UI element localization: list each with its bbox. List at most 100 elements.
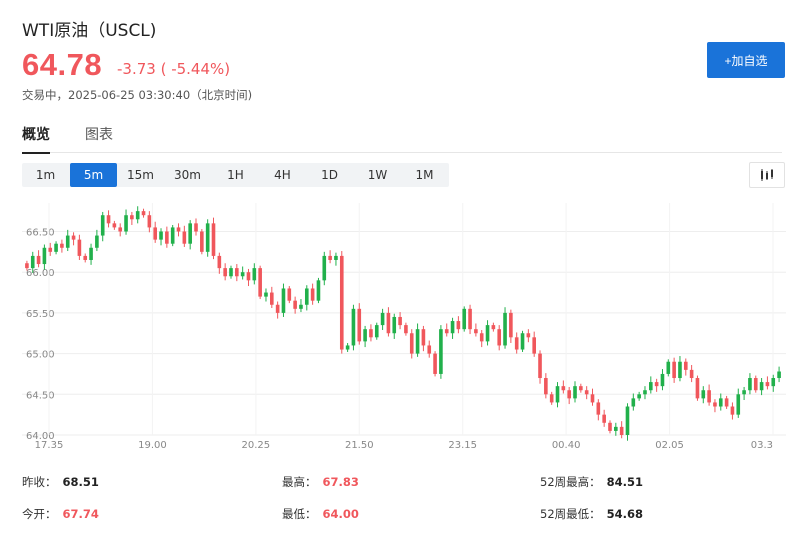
range-button-1w[interactable]: 1W — [354, 163, 401, 187]
candle-body — [386, 312, 391, 334]
candle-body — [258, 268, 262, 297]
candle-body — [170, 227, 175, 244]
candle-body — [695, 378, 700, 399]
stat-label: 最低： — [282, 507, 317, 521]
candle-body — [48, 247, 53, 252]
candle-body — [637, 394, 641, 399]
candle-body — [275, 304, 280, 313]
candle-body — [159, 231, 163, 240]
candle-body — [759, 382, 764, 391]
stat-open: 今开： 67.74 — [22, 506, 99, 522]
candle-body — [462, 308, 467, 330]
candle-body — [509, 312, 513, 338]
candle-body — [753, 378, 758, 391]
candle-body — [689, 369, 694, 379]
candle-body — [427, 345, 432, 354]
range-button-1m[interactable]: 1m — [22, 163, 69, 187]
candle-body — [334, 255, 338, 260]
candle-body — [281, 288, 286, 313]
candle-body — [742, 390, 746, 395]
candle-body — [25, 263, 29, 269]
tab-overview[interactable]: 概览 — [22, 124, 50, 154]
candle-body — [450, 321, 455, 334]
range-button-5m[interactable]: 5m — [70, 163, 117, 187]
stat-value: 67.83 — [322, 475, 359, 489]
candle-body — [724, 398, 729, 407]
candle-body — [293, 300, 297, 309]
candle-body — [176, 227, 181, 232]
y-tick-label: 64.50 — [26, 390, 55, 401]
candle-body — [182, 231, 187, 244]
candle-body — [211, 223, 216, 256]
stat-52w-low: 52周最低： 54.68 — [540, 506, 643, 522]
price-chart[interactable]: 66.50 66.00 65.50 65.00 64.50 64.00 17.35 19.00… — [22, 195, 786, 455]
candle-body — [433, 353, 437, 374]
range-button-15m[interactable]: 15m — [117, 163, 164, 187]
candle-body — [421, 329, 426, 346]
chart-type-button[interactable] — [749, 162, 785, 188]
x-tick-label: 20.25 — [242, 440, 271, 451]
candlestick-chart-svg[interactable]: 66.5066.0065.5065.0064.5064.0017.35 19.00… — [22, 195, 786, 455]
candle-body — [141, 211, 146, 216]
candle-body — [83, 255, 88, 260]
stat-label: 最高： — [282, 475, 317, 489]
candle-body — [584, 390, 589, 395]
candle-body — [456, 321, 461, 330]
stat-label: 52周最高： — [540, 475, 601, 489]
range-button-1h[interactable]: 1H — [212, 163, 259, 187]
candle-body — [264, 292, 268, 297]
candle-body — [310, 288, 315, 301]
range-button-30m[interactable]: 30m — [164, 163, 211, 187]
candle-body — [444, 329, 449, 334]
candle-body — [380, 312, 385, 326]
candle-body — [100, 215, 105, 236]
candle-body — [299, 304, 303, 309]
candle-body — [147, 215, 152, 228]
y-tick-label: 65.00 — [26, 350, 55, 361]
candle-body — [339, 255, 344, 350]
candle-body — [497, 329, 502, 346]
stat-52w-high: 52周最高： 84.51 — [540, 474, 643, 490]
candle-body — [532, 337, 536, 354]
candle-body — [555, 386, 560, 403]
candle-body — [205, 223, 210, 252]
stat-value: 54.68 — [606, 507, 644, 521]
candle-body — [666, 361, 671, 374]
candle-body — [538, 353, 542, 379]
candle-body — [614, 426, 618, 431]
stat-low: 最低： 64.00 — [282, 506, 359, 522]
candle-body — [135, 211, 140, 220]
candle-body — [474, 329, 478, 334]
stat-value: 84.51 — [606, 475, 644, 489]
candle-body — [479, 333, 484, 342]
candle-body — [701, 390, 706, 399]
candle-body — [77, 239, 82, 256]
candle-body — [736, 394, 741, 415]
candle-body — [415, 329, 420, 354]
candle-body — [771, 378, 776, 387]
candle-body — [619, 426, 624, 435]
candle-body — [217, 255, 222, 269]
candle-body — [765, 382, 770, 387]
candle-body — [654, 382, 659, 387]
candle-body — [549, 394, 554, 403]
range-button-1d[interactable]: 1D — [306, 163, 353, 187]
candle-body — [71, 235, 76, 240]
candle-body — [223, 268, 227, 277]
candle-body — [526, 333, 531, 338]
candle-body — [485, 325, 490, 342]
range-button-1mo[interactable]: 1M — [401, 163, 448, 187]
candle-body — [777, 371, 781, 379]
candle-body — [561, 386, 566, 391]
stat-value: 67.74 — [62, 507, 99, 521]
stat-value: 64.00 — [322, 507, 359, 521]
range-button-4h[interactable]: 4H — [259, 163, 306, 187]
x-tick-label: 23.15 — [448, 440, 477, 451]
tab-chart[interactable]: 图表 — [85, 124, 113, 152]
candle-body — [188, 223, 192, 244]
candle-body — [357, 308, 362, 342]
candle-body — [596, 402, 601, 415]
add-to-watchlist-button[interactable]: +加自选 — [707, 42, 785, 78]
stat-high: 最高： 67.83 — [282, 474, 359, 490]
candle-body — [246, 272, 251, 281]
